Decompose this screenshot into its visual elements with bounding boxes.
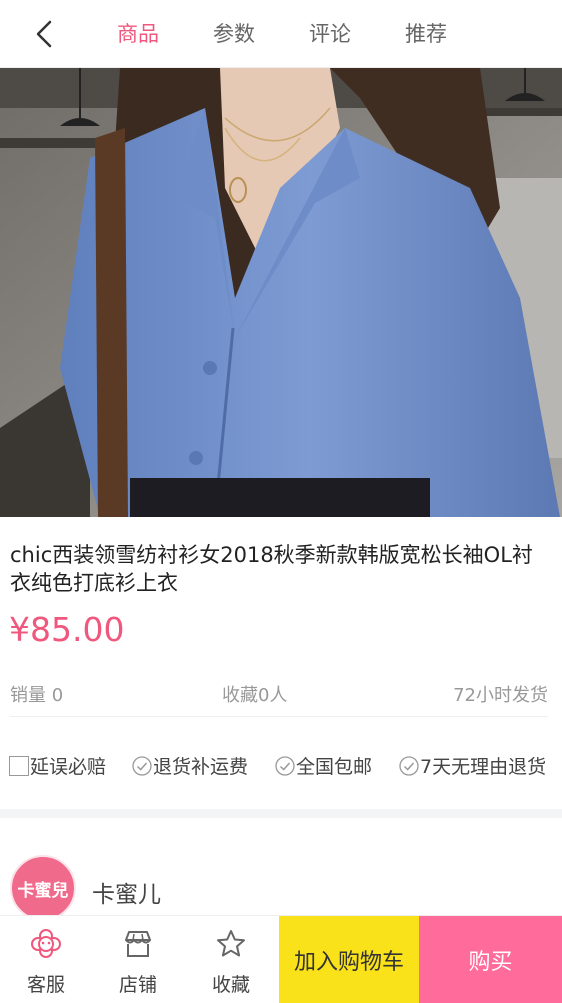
guarantee-label: 全国包邮: [296, 756, 373, 778]
shipping-time: 72小时发货: [453, 685, 548, 706]
buy-button[interactable]: 购买: [419, 916, 562, 1003]
back-button[interactable]: [24, 14, 64, 54]
shop-section[interactable]: 卡蜜兒 卡蜜儿: [0, 818, 562, 928]
guarantee-item: 全国包邮: [275, 752, 372, 779]
product-title: chic西装领雪纺衬衫女2018秋季新款韩版宽松长袖OL衬衣纯色打底衫上衣: [10, 543, 533, 595]
guarantee-item: 7天无理由退货: [399, 752, 546, 779]
tab-product[interactable]: 商品: [90, 0, 186, 68]
top-navigation-bar: 商品 参数 评论 推荐: [0, 0, 562, 68]
add-to-cart-button[interactable]: 加入购物车: [279, 916, 419, 1003]
tab-recommendations[interactable]: 推荐: [378, 0, 474, 68]
shop-logo[interactable]: 卡蜜兒: [10, 855, 76, 921]
guarantee-label: 7天无理由退货: [420, 756, 547, 778]
guarantee-item: 退货补运费: [132, 752, 248, 779]
product-photo: [0, 68, 562, 517]
guarantee-item: 延误必赔: [9, 752, 106, 779]
product-image[interactable]: [0, 68, 562, 517]
chevron-left-icon: [36, 20, 52, 48]
customer-service-button[interactable]: 客服: [0, 916, 92, 1003]
tab-parameters[interactable]: 参数: [186, 0, 282, 68]
check-circle-icon: [132, 755, 152, 776]
store-button[interactable]: 店铺: [92, 916, 184, 1003]
shop-name[interactable]: 卡蜜儿: [92, 875, 161, 909]
service-label: 客服: [26, 974, 65, 996]
check-circle-icon: [399, 755, 419, 776]
service-flower-icon: [31, 929, 61, 958]
store-label: 店铺: [118, 974, 157, 996]
checkbox-icon: [9, 755, 29, 776]
tab-bar: 商品 参数 评论 推荐: [90, 0, 474, 68]
product-price: ¥85.00: [9, 610, 125, 649]
sales-count: 销量 0: [10, 685, 64, 706]
favorite-button[interactable]: 收藏: [185, 916, 277, 1003]
check-circle-icon: [275, 755, 295, 776]
section-divider: [0, 809, 562, 818]
favorite-label: 收藏: [211, 974, 250, 996]
star-icon: [217, 930, 245, 957]
favorite-count: 收藏0人: [222, 685, 288, 706]
guarantee-label: 退货补运费: [153, 756, 249, 778]
service-guarantees: 延误必赔 退货补运费 全国包邮 7天无理由退货: [9, 752, 551, 780]
product-stats-row: 销量 0 收藏0人 72小时发货: [10, 681, 548, 717]
tab-reviews[interactable]: 评论: [282, 0, 378, 68]
store-icon: [125, 931, 151, 957]
bottom-action-bar: 客服 店铺 收藏 加入购物车 购买: [0, 915, 562, 1003]
guarantee-label: 延误必赔: [30, 756, 107, 778]
